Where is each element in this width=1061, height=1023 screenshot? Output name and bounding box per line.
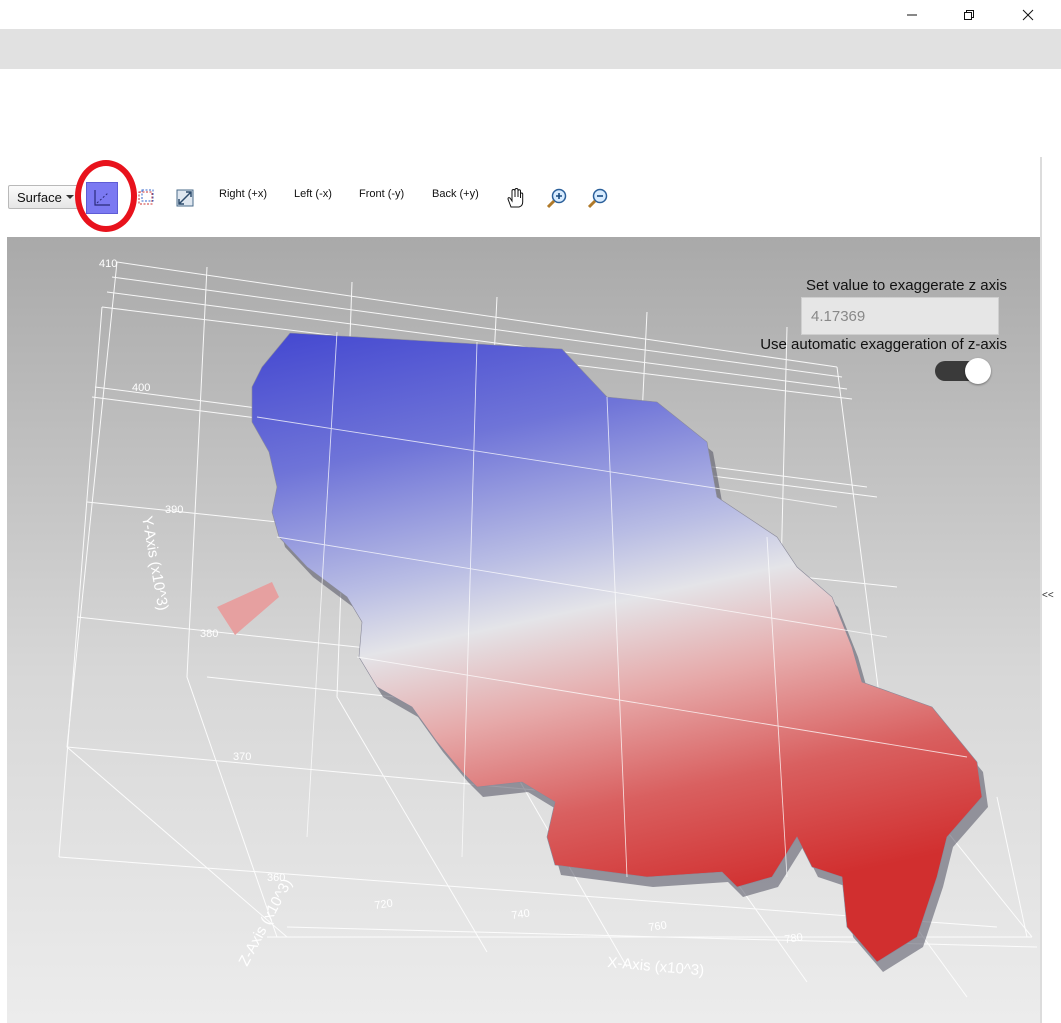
reset-view-icon[interactable] xyxy=(170,183,200,213)
zoom-in-icon[interactable] xyxy=(542,183,572,213)
surface-plot: 410 400 390 380 370 360 720 740 760 780 … xyxy=(58,258,1038,998)
blank-area xyxy=(0,69,1061,159)
exaggeration-input[interactable] xyxy=(801,297,999,335)
chevron-down-icon xyxy=(65,195,74,199)
zoom-out-icon[interactable] xyxy=(583,183,613,213)
toggle-knob xyxy=(965,358,991,384)
y-tick-400: 400 xyxy=(132,382,150,394)
x-tick-720: 720 xyxy=(374,898,394,912)
viewer-toolbar: Surface Right (+x) Left (-x) Front (-y) … xyxy=(0,170,1040,236)
y-tick-370: 370 xyxy=(233,751,251,763)
right-view-button[interactable]: Right (+x) xyxy=(219,188,267,200)
auto-exaggeration-label: Use automatic exaggeration of z-axis xyxy=(760,336,1007,353)
front-view-button[interactable]: Front (-y) xyxy=(359,188,404,200)
restore-icon[interactable] xyxy=(946,0,992,29)
y-tick-390: 390 xyxy=(165,504,183,516)
left-view-button[interactable]: Left (-x) xyxy=(294,188,332,200)
surface-fragment xyxy=(217,582,279,635)
3d-viewport[interactable]: 410 400 390 380 370 360 720 740 760 780 … xyxy=(7,237,1040,1023)
x-tick-760: 760 xyxy=(648,920,668,934)
y-tick-380: 380 xyxy=(200,628,218,640)
x-tick-740: 740 xyxy=(511,908,531,922)
highlight-ring xyxy=(75,160,137,232)
surface-dropdown[interactable]: Surface xyxy=(8,185,78,209)
z-axis-title: Z-Axis (x10^3) xyxy=(236,876,296,969)
exaggerate-label: Set value to exaggerate z axis xyxy=(806,277,1007,294)
x-tick-780: 780 xyxy=(784,932,804,946)
x-axis-title: X-Axis (x10^3) xyxy=(607,954,705,979)
y-axis-title: Y-Axis (x10^3) xyxy=(138,515,171,612)
auto-exaggeration-toggle[interactable] xyxy=(935,358,991,384)
close-icon[interactable] xyxy=(1005,0,1051,29)
pan-hand-icon[interactable] xyxy=(500,183,530,213)
title-bar xyxy=(0,0,1061,29)
surface-dropdown-label: Surface xyxy=(17,189,62,205)
back-view-button[interactable]: Back (+y) xyxy=(432,188,479,200)
menu-bar xyxy=(0,29,1061,69)
collapse-panel-button[interactable]: << xyxy=(1042,590,1054,601)
minimize-icon[interactable] xyxy=(889,0,935,29)
y-tick-410: 410 xyxy=(99,258,117,270)
